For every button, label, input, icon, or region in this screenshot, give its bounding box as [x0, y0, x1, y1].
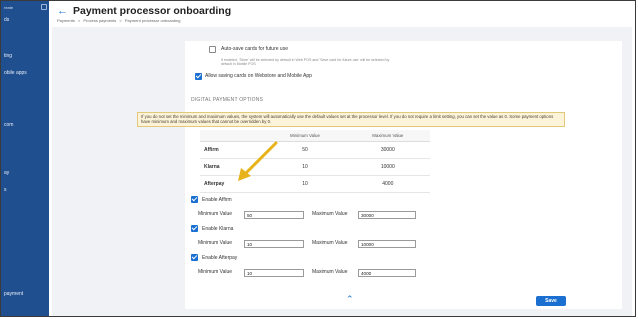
annotation-arrow-shaft: [243, 141, 278, 176]
annotation-arrow: [238, 141, 278, 181]
